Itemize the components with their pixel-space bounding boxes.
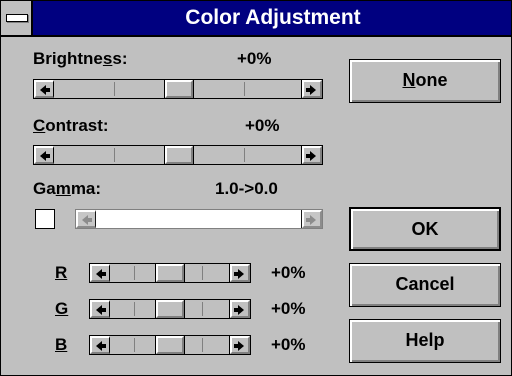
right-arrow-icon[interactable] — [301, 146, 322, 164]
left-arrow-icon[interactable] — [90, 264, 110, 282]
none-button[interactable]: None — [349, 59, 501, 103]
title-bar[interactable]: Color Adjustment — [1, 1, 511, 37]
left-arrow-icon[interactable] — [34, 80, 54, 98]
blue-scrollbar[interactable] — [89, 335, 251, 355]
color-adjustment-dialog: Color Adjustment Brightness: +0% Contras… — [0, 0, 512, 376]
window-title: Color Adjustment — [185, 6, 361, 29]
red-label: R — [55, 263, 68, 282]
blue-label: B — [55, 335, 68, 354]
system-menu-icon[interactable] — [1, 1, 33, 35]
gamma-label: Gamma: — [33, 179, 102, 198]
left-arrow-icon[interactable] — [34, 146, 54, 164]
green-scrollbar[interactable] — [89, 299, 251, 319]
cancel-button[interactable]: Cancel — [349, 263, 501, 307]
left-arrow-icon[interactable] — [76, 210, 96, 228]
left-arrow-icon[interactable] — [90, 336, 110, 354]
left-arrow-icon[interactable] — [90, 300, 110, 318]
green-label: G — [55, 299, 69, 318]
brightness-label: Brightness: — [33, 49, 128, 68]
right-arrow-icon[interactable] — [229, 336, 250, 354]
ok-button[interactable]: OK — [349, 207, 501, 251]
gamma-value: 1.0->0.0 — [215, 179, 278, 198]
red-value: +0% — [271, 263, 306, 282]
brightness-scrollbar[interactable] — [33, 79, 323, 99]
right-arrow-icon[interactable] — [301, 80, 322, 98]
gamma-scrollbar[interactable] — [75, 209, 323, 229]
right-arrow-icon[interactable] — [229, 264, 250, 282]
contrast-label: Contrast: — [33, 116, 109, 135]
right-arrow-icon[interactable] — [301, 210, 322, 228]
right-arrow-icon[interactable] — [229, 300, 250, 318]
green-thumb[interactable] — [155, 299, 185, 319]
red-thumb[interactable] — [155, 263, 185, 283]
help-button[interactable]: Help — [349, 319, 501, 363]
brightness-value: +0% — [237, 49, 272, 68]
blue-thumb[interactable] — [155, 335, 185, 355]
green-value: +0% — [271, 299, 306, 318]
blue-value: +0% — [271, 335, 306, 354]
red-scrollbar[interactable] — [89, 263, 251, 283]
contrast-scrollbar[interactable] — [33, 145, 323, 165]
gamma-checkbox[interactable] — [35, 209, 55, 229]
contrast-thumb[interactable] — [164, 145, 194, 165]
contrast-value: +0% — [245, 116, 280, 135]
brightness-thumb[interactable] — [164, 79, 194, 99]
